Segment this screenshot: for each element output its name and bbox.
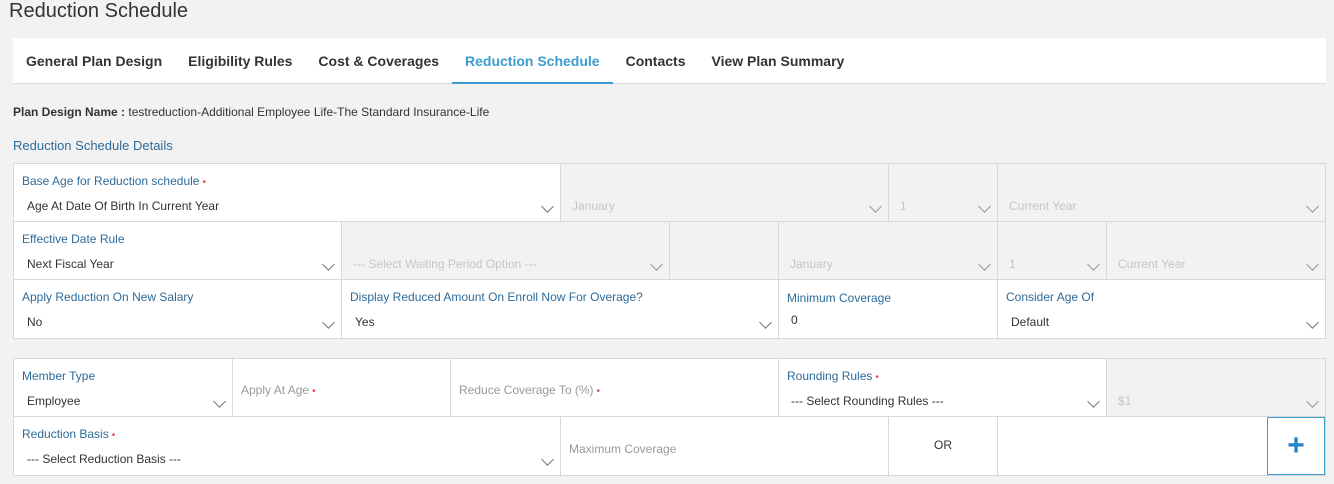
chevron-down-icon: [978, 200, 991, 213]
apply-at-age-label: Apply At Age •: [241, 383, 316, 397]
apply-reduction-label: Apply Reduction On New Salary: [22, 290, 194, 304]
chevron-down-icon: [1306, 316, 1319, 329]
minimum-coverage-value: 0: [791, 313, 798, 327]
or-label: OR: [934, 438, 952, 452]
effective-date-value: Next Fiscal Year: [27, 257, 114, 271]
effective-day-select: 1: [998, 222, 1107, 279]
section-title: Reduction Schedule Details: [13, 138, 173, 153]
chevron-down-icon: [541, 200, 554, 213]
tab-bar: General Plan Design Eligibility Rules Co…: [13, 38, 1326, 84]
maximum-coverage-label: Maximum Coverage: [569, 442, 677, 456]
required-marker: •: [596, 386, 601, 397]
chevron-down-icon: [213, 395, 226, 408]
tab-general-plan-design[interactable]: General Plan Design: [13, 38, 175, 83]
base-month-value: January: [572, 199, 615, 213]
schedule-row-1: Member Type Employee Apply At Age • Reduc…: [14, 359, 1325, 417]
chevron-down-icon: [759, 316, 772, 329]
apply-reduction-value: No: [27, 315, 43, 329]
add-row-button[interactable]: +: [1267, 417, 1325, 475]
rounding-rules-value: --- Select Rounding Rules ---: [791, 394, 944, 408]
required-marker: •: [875, 372, 879, 383]
rounding-amount-value: $1: [1118, 394, 1132, 408]
plan-design-name: Plan Design Name : testreduction-Additio…: [13, 105, 489, 119]
required-marker: •: [111, 430, 116, 441]
reduce-coverage-label: Reduce Coverage To (%) •: [459, 383, 601, 397]
tab-reduction-schedule[interactable]: Reduction Schedule: [452, 38, 613, 84]
effective-day-value: 1: [1009, 257, 1016, 271]
effective-date-label: Effective Date Rule: [22, 232, 125, 246]
base-year-select: Current Year: [998, 164, 1325, 221]
waiting-period-select: --- Select Waiting Period Option ---: [342, 222, 670, 279]
details-row-3: Apply Reduction On New Salary No Display…: [14, 280, 1325, 338]
member-type-label: Member Type: [22, 369, 96, 383]
required-marker: •: [202, 177, 206, 188]
minimum-coverage-label: Minimum Coverage: [787, 291, 892, 305]
tab-view-plan-summary[interactable]: View Plan Summary: [699, 38, 858, 83]
maximum-coverage-alt-input[interactable]: +: [998, 417, 1325, 475]
apply-at-age-input[interactable]: Apply At Age •: [233, 359, 451, 416]
base-day-select: 1: [889, 164, 998, 221]
base-age-label: Base Age for Reduction schedule •: [22, 174, 206, 188]
chevron-down-icon: [978, 258, 991, 271]
reduction-basis-select[interactable]: Reduction Basis • --- Select Reduction Ba…: [14, 417, 561, 475]
member-type-value: Employee: [27, 394, 81, 408]
plus-icon: +: [1287, 429, 1305, 462]
waiting-period-value: --- Select Waiting Period Option ---: [353, 257, 537, 271]
reduction-basis-label: Reduction Basis •: [22, 427, 116, 441]
chevron-down-icon: [1306, 258, 1319, 271]
chevron-down-icon: [541, 453, 554, 466]
tab-cost-coverages[interactable]: Cost & Coverages: [305, 38, 452, 83]
plan-design-name-value: testreduction-Additional Employee Life-T…: [128, 105, 490, 119]
effective-month-select: January: [779, 222, 998, 279]
waiting-period-extra: [670, 222, 779, 279]
display-reduced-select[interactable]: Display Reduced Amount On Enroll Now For…: [342, 280, 779, 338]
base-age-select[interactable]: Base Age for Reduction schedule • Age At …: [14, 164, 561, 221]
schedule-row-2: Reduction Basis • --- Select Reduction Ba…: [14, 417, 1325, 475]
tab-contacts[interactable]: Contacts: [613, 38, 699, 83]
chevron-down-icon: [650, 258, 663, 271]
display-reduced-label: Display Reduced Amount On Enroll Now For…: [350, 290, 643, 304]
tab-eligibility-rules[interactable]: Eligibility Rules: [175, 38, 305, 83]
reduction-schedule-grid: Member Type Employee Apply At Age • Reduc…: [13, 358, 1326, 476]
rounding-amount-select: $1: [1107, 359, 1325, 416]
details-row-2: Effective Date Rule Next Fiscal Year ---…: [14, 222, 1325, 280]
plan-design-name-label: Plan Design Name :: [13, 105, 126, 119]
base-age-value: Age At Date Of Birth In Current Year: [27, 199, 220, 213]
chevron-down-icon: [322, 258, 335, 271]
or-separator: OR: [889, 417, 998, 475]
chevron-down-icon: [322, 316, 335, 329]
consider-age-label: Consider Age Of: [1006, 290, 1095, 304]
required-marker: •: [312, 386, 316, 397]
base-day-value: 1: [900, 199, 907, 213]
chevron-down-icon: [1087, 395, 1100, 408]
base-month-select: January: [561, 164, 889, 221]
consider-age-select[interactable]: Consider Age Of Default: [998, 280, 1325, 338]
base-year-value: Current Year: [1009, 199, 1077, 213]
maximum-coverage-input[interactable]: Maximum Coverage: [561, 417, 889, 475]
reduce-coverage-input[interactable]: Reduce Coverage To (%) •: [451, 359, 779, 416]
chevron-down-icon: [869, 200, 882, 213]
page-title: Reduction Schedule: [9, 0, 189, 22]
apply-reduction-select[interactable]: Apply Reduction On New Salary No: [14, 280, 342, 338]
consider-age-value: Default: [1011, 315, 1050, 329]
effective-month-value: January: [790, 257, 833, 271]
reduction-details-grid: Base Age for Reduction schedule • Age At …: [13, 163, 1326, 339]
effective-year-select: Current Year: [1107, 222, 1325, 279]
details-row-1: Base Age for Reduction schedule • Age At …: [14, 164, 1325, 222]
effective-date-select[interactable]: Effective Date Rule Next Fiscal Year: [14, 222, 342, 279]
display-reduced-value: Yes: [355, 315, 375, 329]
effective-year-value: Current Year: [1118, 257, 1186, 271]
chevron-down-icon: [1306, 200, 1319, 213]
rounding-rules-label: Rounding Rules •: [787, 369, 879, 383]
chevron-down-icon: [1087, 258, 1100, 271]
minimum-coverage-input[interactable]: Minimum Coverage 0: [779, 280, 998, 338]
reduction-basis-value: --- Select Reduction Basis ---: [27, 452, 182, 466]
chevron-down-icon: [1306, 395, 1319, 408]
rounding-rules-select[interactable]: Rounding Rules • --- Select Rounding Rule…: [779, 359, 1107, 416]
member-type-select[interactable]: Member Type Employee: [14, 359, 233, 416]
